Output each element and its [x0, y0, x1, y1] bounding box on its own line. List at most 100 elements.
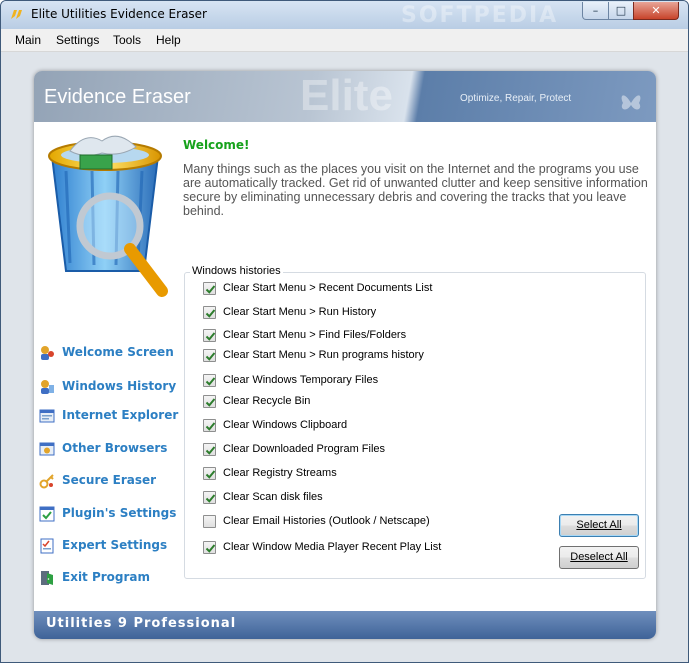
brand-watermark: Elite	[300, 71, 393, 120]
check-icon	[205, 422, 216, 431]
slogan: Optimize, Repair, Protect	[460, 93, 572, 104]
maximize-icon: □	[615, 4, 627, 17]
check-icon	[205, 398, 216, 407]
sidebar-item-plugin-settings[interactable]: Plugin's Settings	[39, 504, 189, 524]
minimize-button[interactable]: –	[582, 2, 609, 20]
expert-settings-icon	[40, 538, 54, 554]
select-all-label: Select All	[576, 519, 622, 531]
sidebar-item-label: Plugin's Settings	[62, 506, 177, 520]
check-icon	[205, 470, 216, 479]
menu-help[interactable]: Help	[156, 33, 181, 47]
option-row[interactable]: Clear Start Menu > Run History	[203, 305, 503, 321]
checkbox-label: Clear Windows Temporary Files	[223, 374, 379, 386]
checkbox[interactable]	[203, 349, 216, 362]
checkbox[interactable]	[203, 282, 216, 295]
check-icon	[205, 309, 216, 318]
check-icon	[205, 332, 216, 341]
checkbox[interactable]	[203, 329, 216, 342]
checkbox-label: Clear Scan disk files	[223, 491, 323, 503]
menu-main[interactable]: Main	[15, 33, 41, 47]
option-row[interactable]: Clear Start Menu > Run programs history	[203, 348, 503, 364]
sidebar-item-label: Welcome Screen	[62, 345, 174, 359]
secure-eraser-icon	[39, 474, 54, 489]
welcome-icon	[41, 346, 54, 360]
option-row[interactable]: Clear Recycle Bin	[203, 394, 503, 410]
minimize-icon: –	[592, 4, 599, 17]
sidebar-item-expert-settings[interactable]: Expert Settings	[39, 536, 189, 556]
sidebar-item-label: Windows History	[62, 379, 177, 393]
sidebar-item-other-browsers[interactable]: Other Browsers	[39, 439, 189, 459]
sidebar-item-secure-eraser[interactable]: Secure Eraser	[39, 471, 189, 491]
checkbox[interactable]	[203, 395, 216, 408]
checkbox-label: Clear Start Menu > Recent Documents List	[223, 282, 433, 294]
check-icon	[205, 352, 216, 361]
checkbox-label: Clear Windows Clipboard	[223, 419, 348, 431]
checkbox-label: Clear Start Menu > Run History	[223, 306, 377, 318]
option-row[interactable]: Clear Registry Streams	[203, 466, 503, 482]
checkbox-label: Clear Window Media Player Recent Play Li…	[223, 541, 442, 553]
deselect-all-button[interactable]: Deselect All	[559, 546, 639, 569]
watermark: SOFTPEDIA	[401, 3, 559, 28]
plugin-settings-icon	[39, 506, 55, 522]
check-icon	[205, 285, 216, 294]
checkbox-label: Clear Downloaded Program Files	[223, 443, 386, 455]
checkbox-label: Clear Recycle Bin	[223, 395, 311, 407]
sidebar-item-label: Internet Explorer	[62, 408, 179, 422]
sidebar-item-exit-program[interactable]: Exit Program	[39, 568, 189, 588]
check-icon	[205, 446, 216, 455]
menu-bar: Main Settings Tools Help	[1, 29, 688, 52]
checkbox-label: Clear Start Menu > Find Files/Folders	[223, 329, 407, 341]
sidebar-item-windows-history[interactable]: Windows History	[39, 377, 189, 397]
check-icon	[205, 544, 216, 553]
sidebar-item-label: Other Browsers	[62, 441, 168, 455]
welcome-heading: Welcome!	[183, 138, 250, 152]
trash-magnifier-icon	[48, 135, 168, 297]
option-row[interactable]: Clear Windows Clipboard	[203, 418, 503, 434]
checkbox[interactable]	[203, 515, 216, 528]
sidebar-item-welcome[interactable]: Welcome Screen	[39, 343, 189, 363]
exit-icon	[41, 571, 53, 585]
check-icon	[205, 377, 216, 386]
window-title: Elite Utilities Evidence Eraser	[31, 7, 207, 21]
checkbox[interactable]	[203, 541, 216, 554]
check-icon	[205, 494, 216, 503]
edition-label: Utilities 9 Professional	[46, 616, 237, 631]
app-logo-icon	[11, 10, 22, 19]
checkbox[interactable]	[203, 443, 216, 456]
checkbox[interactable]	[203, 374, 216, 387]
checkbox-label: Clear Start Menu > Run programs history	[223, 349, 424, 361]
sidebar-item-internet-explorer[interactable]: Internet Explorer	[39, 406, 189, 426]
butterfly-icon	[621, 95, 641, 110]
close-icon: ✕	[651, 4, 661, 17]
internet-explorer-icon	[39, 409, 55, 423]
checkbox[interactable]	[203, 467, 216, 480]
intro-text: Many things such as the places you visit…	[183, 162, 648, 218]
select-all-button[interactable]: Select All	[559, 514, 639, 537]
checkbox[interactable]	[203, 306, 216, 319]
page-title: Evidence Eraser	[44, 86, 191, 108]
group-title: Windows histories	[190, 265, 283, 277]
checkbox[interactable]	[203, 491, 216, 504]
checkbox-label: Clear Email Histories (Outlook / Netscap…	[223, 515, 430, 527]
option-row[interactable]: Clear Windows Temporary Files	[203, 373, 503, 389]
sidebar-item-label: Exit Program	[62, 570, 151, 584]
option-row[interactable]: Clear Email Histories (Outlook / Netscap…	[203, 514, 503, 530]
close-button[interactable]: ✕	[633, 2, 679, 20]
panel-footer: Utilities 9 Professional	[34, 611, 656, 639]
option-row[interactable]: Clear Window Media Player Recent Play Li…	[203, 540, 503, 556]
other-browsers-icon	[39, 442, 55, 456]
panel-header: Evidence Eraser Elite Optimize, Repair, …	[34, 71, 656, 122]
sidebar-item-label: Secure Eraser	[62, 473, 157, 487]
option-row[interactable]: Clear Downloaded Program Files	[203, 442, 503, 458]
checkbox[interactable]	[203, 419, 216, 432]
deselect-all-label: Deselect All	[570, 551, 628, 563]
title-bar[interactable]: Elite Utilities Evidence Eraser SOFTPEDI…	[1, 1, 688, 29]
menu-settings[interactable]: Settings	[56, 33, 99, 47]
option-row[interactable]: Clear Start Menu > Recent Documents List	[203, 281, 503, 297]
menu-tools[interactable]: Tools	[113, 33, 141, 47]
option-row[interactable]: Clear Start Menu > Find Files/Folders	[203, 328, 503, 344]
maximize-button[interactable]: □	[608, 2, 634, 20]
option-row[interactable]: Clear Scan disk files	[203, 490, 503, 506]
main-panel: Evidence Eraser Elite Optimize, Repair, …	[34, 71, 656, 639]
windows-history-icon	[41, 380, 54, 394]
